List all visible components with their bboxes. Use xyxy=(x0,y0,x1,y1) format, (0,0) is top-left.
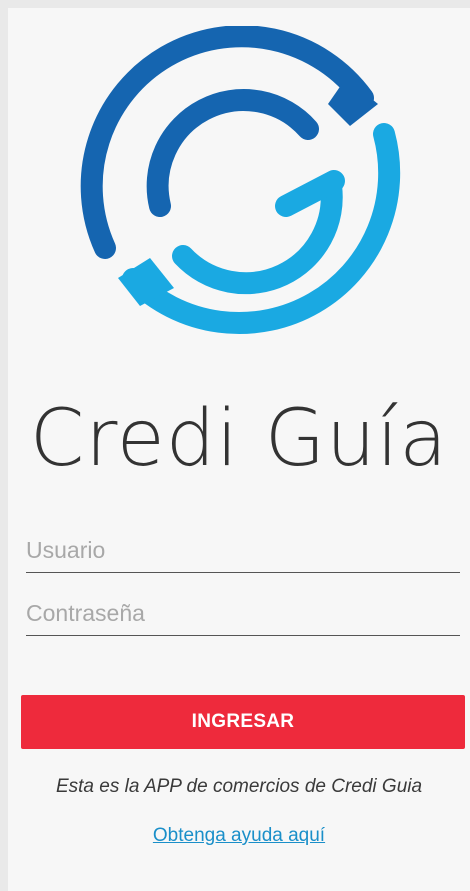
password-input[interactable] xyxy=(26,593,460,636)
app-tagline: Esta es la APP de comercios de Credi Gui… xyxy=(55,776,423,797)
credi-guia-logo-icon xyxy=(78,26,418,346)
login-button[interactable]: INGRESAR xyxy=(21,695,465,749)
username-input[interactable] xyxy=(26,530,460,573)
brand-wordmark: Credi Guía xyxy=(29,394,449,484)
help-link[interactable]: Obtenga ayuda aquí xyxy=(8,825,470,847)
login-screen: Credi Guía INGRESAR Esta es la APP de co… xyxy=(8,8,470,891)
